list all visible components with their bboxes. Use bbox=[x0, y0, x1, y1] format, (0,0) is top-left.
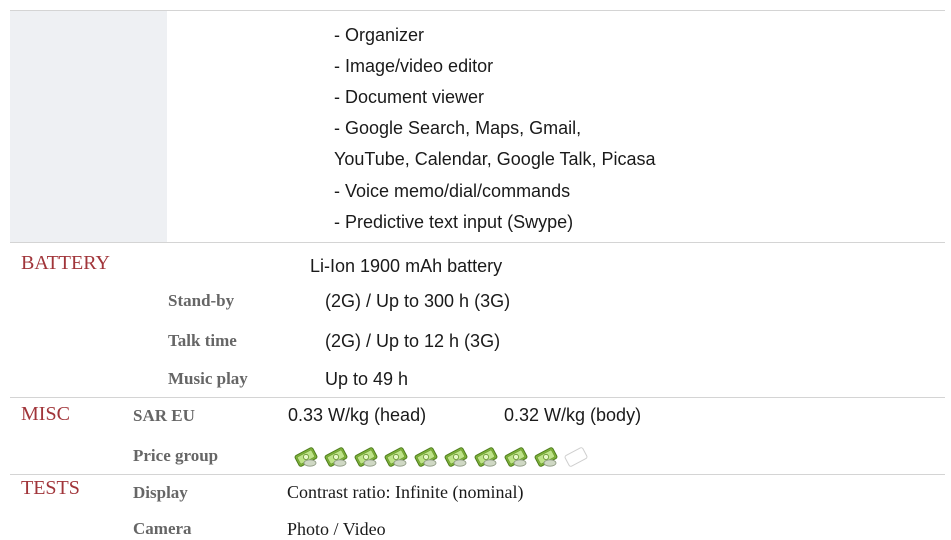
price-group-label: Price group bbox=[133, 446, 219, 465]
tests-divider bbox=[10, 474, 945, 475]
music-play-value: Up to 49 h bbox=[325, 369, 409, 389]
camera-test-value: Photo / Video bbox=[287, 519, 386, 539]
battery-category: BATTERY bbox=[21, 252, 110, 274]
feature-item: - Document viewer bbox=[334, 87, 485, 107]
misc-category: MISC bbox=[21, 403, 70, 425]
tests-category: TESTS bbox=[21, 477, 80, 499]
display-test-value: Contrast ratio: Infinite (nominal) bbox=[287, 482, 524, 502]
money-icon bbox=[534, 447, 558, 467]
display-test-label: Display bbox=[133, 483, 188, 502]
money-icon bbox=[414, 447, 438, 467]
money-icon bbox=[384, 447, 408, 467]
top-divider bbox=[10, 10, 945, 11]
money-icon bbox=[444, 447, 468, 467]
sar-label: SAR EU bbox=[133, 406, 195, 425]
price-group-rating bbox=[292, 445, 590, 469]
camera-test-label: Camera bbox=[133, 519, 192, 538]
money-empty-icon bbox=[564, 447, 588, 467]
standby-label: Stand-by bbox=[168, 291, 235, 310]
talk-time-value: (2G) / Up to 12 h (3G) bbox=[325, 331, 501, 351]
standby-value: (2G) / Up to 300 h (3G) bbox=[325, 291, 511, 311]
money-icon bbox=[294, 447, 318, 467]
feature-item: YouTube, Calendar, Google Talk, Picasa bbox=[334, 149, 656, 169]
feature-item: - Predictive text input (Swype) bbox=[334, 212, 574, 232]
music-play-label: Music play bbox=[168, 369, 248, 388]
money-icon bbox=[504, 447, 528, 467]
misc-divider bbox=[10, 397, 945, 398]
left-label-panel bbox=[10, 11, 167, 242]
money-icon bbox=[354, 447, 378, 467]
feature-item: - Voice memo/dial/commands bbox=[334, 181, 571, 201]
battery-divider bbox=[10, 242, 945, 243]
feature-item: - Image/video editor bbox=[334, 56, 494, 76]
talk-time-label: Talk time bbox=[168, 331, 237, 350]
sar-head-value: 0.33 W/kg (head) bbox=[288, 405, 427, 425]
money-icon bbox=[324, 447, 348, 467]
money-icon bbox=[474, 447, 498, 467]
feature-item: - Google Search, Maps, Gmail, bbox=[334, 118, 582, 138]
sar-body-value: 0.32 W/kg (body) bbox=[504, 405, 642, 425]
battery-capacity: Li-Ion 1900 mAh battery bbox=[310, 256, 503, 276]
feature-item: - Organizer bbox=[334, 25, 425, 45]
